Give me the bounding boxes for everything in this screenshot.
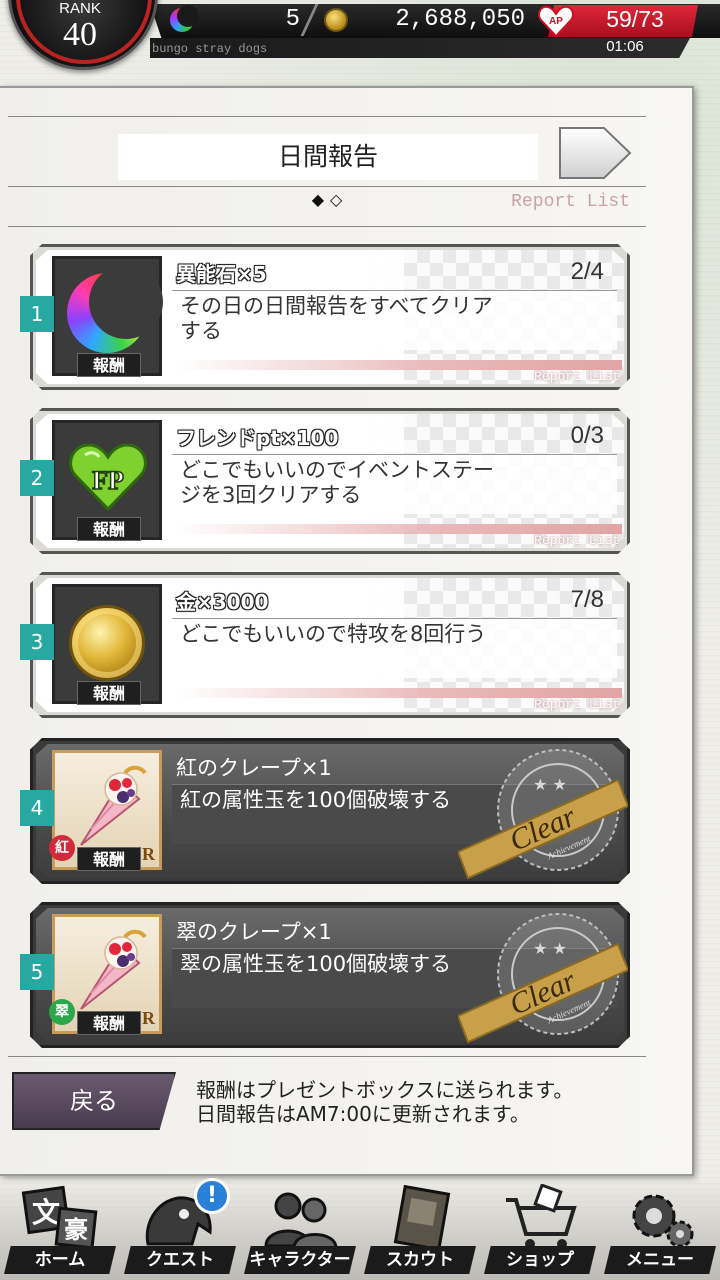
task-progress: 2/4 bbox=[570, 258, 604, 285]
reward-icon-box: 紅 R 報酬 bbox=[49, 750, 162, 871]
back-button[interactable]: 戻る bbox=[12, 1072, 176, 1130]
task-description: 翠の属性玉を100個破壊する bbox=[180, 952, 452, 976]
ability-stone-moon-icon bbox=[67, 265, 163, 353]
scout-icon bbox=[378, 1184, 462, 1254]
daily-report-panel: 日間報告 ◆◇ Report List 1 報酬 異能石×5 2/4 その日の日… bbox=[0, 86, 694, 1176]
divider bbox=[8, 116, 646, 117]
reward-name: 異能石×5 bbox=[176, 262, 267, 286]
rarity-label: R bbox=[142, 844, 155, 864]
reward-icon-box: 報酬 bbox=[52, 584, 162, 705]
reward-icon-box: 翠 R 報酬 bbox=[49, 914, 162, 1035]
rarity-label: R bbox=[142, 1008, 155, 1028]
reward-name: 金×3000 bbox=[176, 590, 269, 614]
nav-shop[interactable]: ショップ bbox=[484, 1184, 596, 1280]
notice-text: 報酬はプレゼントボックスに送られます。 日間報告はAM7:00に更新されます。 bbox=[196, 1078, 666, 1126]
ability-stone-count: 5 bbox=[285, 6, 300, 33]
reward-tag: 報酬 bbox=[77, 353, 141, 377]
rank-label: RANK bbox=[59, 0, 101, 17]
task-card-completed[interactable]: 5 翠 R 報酬 翠のクレープ×1 翠の属性玉を100個破壊する ★ ★ Cle… bbox=[20, 902, 630, 1048]
ap-value: 59/73 bbox=[606, 6, 664, 32]
fp-text: FP bbox=[92, 466, 124, 495]
bottom-nav: 文 豪 ホーム ! クエスト キャラクター スカウト ショップ メニュー bbox=[0, 1176, 720, 1280]
task-progress: 7/8 bbox=[570, 586, 604, 613]
crepe-icon bbox=[61, 759, 153, 851]
menu-gear-icon bbox=[618, 1184, 702, 1254]
notice-line: 報酬はプレゼントボックスに送られます。 bbox=[196, 1078, 574, 1102]
page-title: 日間報告 bbox=[118, 134, 538, 180]
task-number: 3 bbox=[20, 624, 54, 660]
task-description: どこでもいいので特攻を8回行う bbox=[180, 622, 487, 646]
nav-quest[interactable]: ! クエスト bbox=[124, 1178, 236, 1280]
money-count: 2,688,050 bbox=[395, 6, 525, 33]
element-badge: 紅 bbox=[49, 835, 75, 861]
card-report-list: Report List bbox=[534, 533, 620, 548]
rank-value: 40 bbox=[63, 16, 97, 53]
page-indicator: ◆◇ bbox=[311, 190, 349, 209]
reward-tag: 報酬 bbox=[77, 847, 141, 871]
reward-name: 紅のクレープ×1 bbox=[176, 756, 332, 780]
task-number: 1 bbox=[20, 296, 54, 332]
task-progress: 0/3 bbox=[570, 422, 604, 449]
task-card-completed[interactable]: 4 紅 R 報酬 紅のクレープ×1 紅の属性玉を100個破壊する ★ ★ Cle… bbox=[20, 738, 630, 884]
task-description: どこでもいいのでイベントステージを3回クリアする bbox=[180, 458, 494, 507]
report-list-label[interactable]: Report List bbox=[490, 192, 630, 212]
task-card[interactable]: 3 報酬 金×3000 7/8 どこでもいいので特攻を8回行う Report L… bbox=[20, 572, 630, 718]
nav-label: メニュー bbox=[604, 1246, 716, 1274]
nav-label: クエスト bbox=[124, 1246, 236, 1274]
nav-home[interactable]: 文 豪 ホーム bbox=[4, 1184, 116, 1280]
home-icon: 文 豪 bbox=[18, 1184, 102, 1254]
shop-icon bbox=[498, 1184, 582, 1254]
quest-alert-badge: ! bbox=[194, 1178, 230, 1214]
divider bbox=[8, 186, 646, 187]
crepe-icon bbox=[61, 923, 153, 1015]
character-icon bbox=[258, 1184, 342, 1254]
task-description: その日の日間報告をすべてクリアする bbox=[180, 294, 493, 343]
reward-icon-box: FP 報酬 bbox=[52, 420, 162, 541]
svg-text:★ ★: ★ ★ bbox=[533, 939, 567, 958]
nav-scout[interactable]: スカウト bbox=[364, 1184, 476, 1280]
reward-icon-box: 報酬 bbox=[52, 256, 163, 377]
divider bbox=[8, 1056, 646, 1057]
heart-ap-icon: AP bbox=[538, 4, 574, 38]
nav-label: スカウト bbox=[364, 1246, 476, 1274]
svg-text:文: 文 bbox=[32, 1196, 60, 1229]
gold-coin-icon bbox=[324, 8, 348, 32]
task-description: 紅の属性玉を100個破壊する bbox=[180, 788, 452, 812]
reward-tag: 報酬 bbox=[77, 1011, 141, 1035]
reward-name: 翠のクレープ×1 bbox=[176, 920, 332, 944]
brand-text: bungo stray dogs bbox=[152, 42, 268, 56]
task-number: 2 bbox=[20, 460, 54, 496]
nav-character[interactable]: キャラクター bbox=[244, 1184, 356, 1280]
card-report-list: Report List bbox=[534, 369, 620, 384]
task-number: 4 bbox=[20, 790, 54, 826]
nav-label: ショップ bbox=[484, 1246, 596, 1274]
ap-timer: 01:06 bbox=[606, 38, 644, 55]
task-card[interactable]: 2 FP 報酬 フレンドpt×100 0/3 どこでもいいのでイベントステージを… bbox=[20, 408, 630, 554]
card-report-list: Report List bbox=[534, 697, 620, 712]
svg-text:豪: 豪 bbox=[64, 1216, 88, 1244]
clear-seal-icon: ★ ★ Clear Achievement bbox=[456, 904, 630, 1044]
task-card[interactable]: 1 報酬 異能石×5 2/4 その日の日間報告をすべてクリアする Report … bbox=[20, 244, 630, 390]
report-list-button[interactable] bbox=[558, 124, 632, 182]
element-badge: 翠 bbox=[49, 999, 75, 1025]
task-number: 5 bbox=[20, 954, 54, 990]
ability-stone-icon bbox=[170, 5, 199, 32]
reward-tag: 報酬 bbox=[77, 517, 141, 541]
nav-menu[interactable]: メニュー bbox=[604, 1184, 716, 1280]
svg-text:AP: AP bbox=[549, 16, 563, 27]
nav-label: キャラクター bbox=[244, 1246, 356, 1274]
notice-line: 日間報告はAM7:00に更新されます。 bbox=[196, 1102, 530, 1126]
divider bbox=[8, 226, 646, 227]
reward-tag: 報酬 bbox=[77, 681, 141, 705]
friend-point-heart-icon: FP bbox=[69, 441, 147, 513]
status-bar: RANK 40 5 2,688,050 AP 59/73 bungo stray… bbox=[0, 0, 720, 70]
gold-coin-icon bbox=[69, 605, 145, 681]
reward-name: フレンドpt×100 bbox=[176, 426, 339, 450]
clear-seal-icon: ★ ★ Clear Achievement bbox=[456, 740, 630, 880]
svg-text:★ ★: ★ ★ bbox=[533, 775, 567, 794]
nav-label: ホーム bbox=[4, 1246, 116, 1274]
